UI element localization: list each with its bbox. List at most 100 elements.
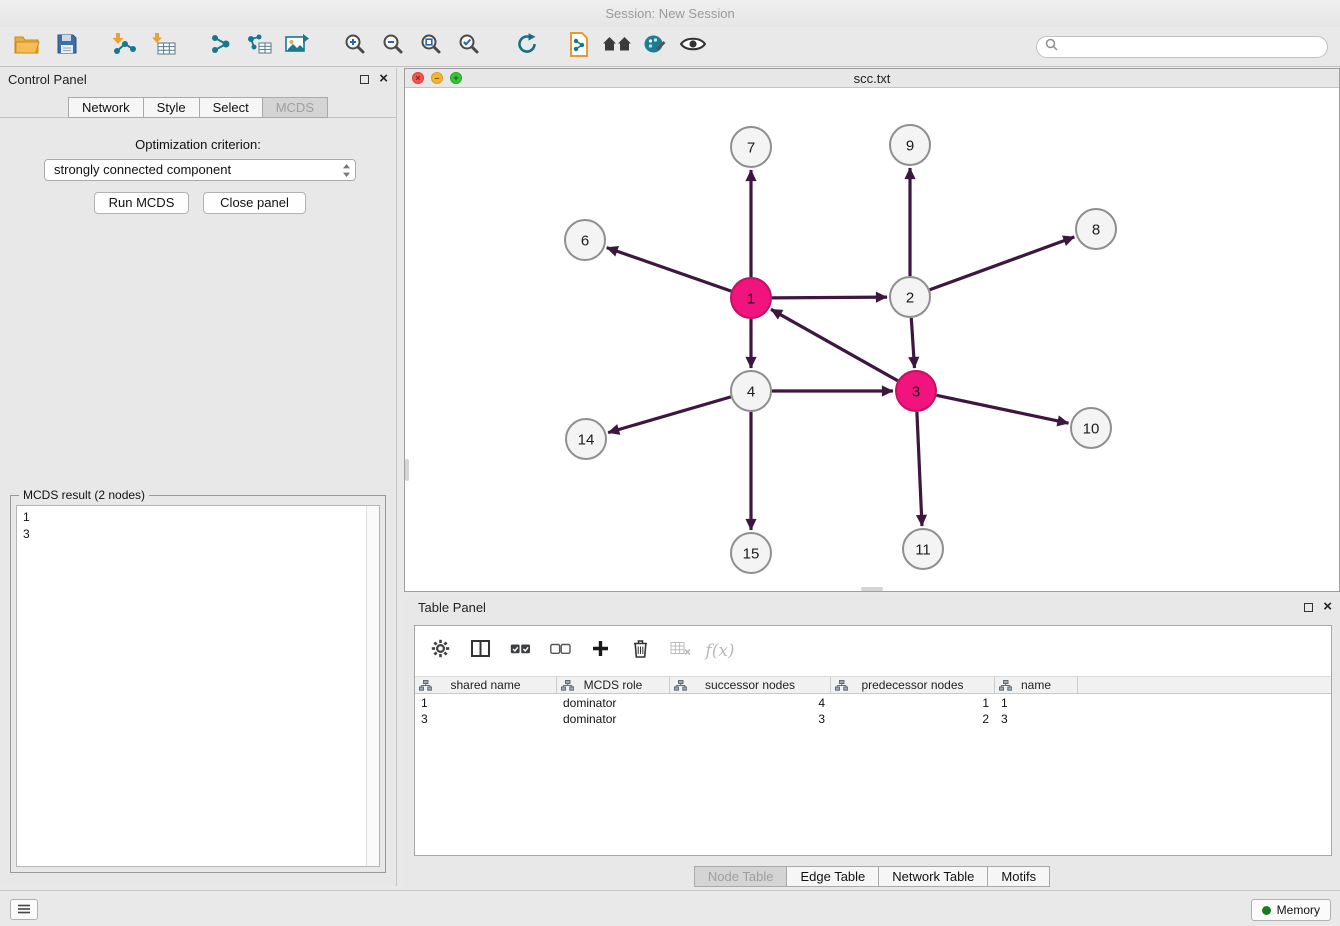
graph-edge-3-1[interactable] [771,309,898,380]
network-table-button[interactable] [244,32,274,62]
graph-edge-3-11[interactable] [917,412,922,526]
show-graphics-details-button[interactable] [678,32,708,62]
open-session-button[interactable] [12,32,42,62]
memory-button-label: Memory [1277,903,1320,917]
network-share-button[interactable] [206,32,236,62]
graph-node-6[interactable]: 6 [565,220,605,260]
delete-column-button[interactable] [627,638,653,664]
table-cell[interactable]: dominator [557,695,670,711]
graph-node-4[interactable]: 4 [731,371,771,411]
splitter-handle-horizontal[interactable] [861,587,883,591]
export-image-button[interactable] [282,32,312,62]
zoom-fit-button[interactable] [416,32,446,62]
tab-node-table[interactable]: Node Table [694,866,788,887]
import-network-button[interactable] [108,32,138,62]
tab-network[interactable]: Network [68,97,144,118]
run-mcds-button[interactable]: Run MCDS [94,192,189,214]
column-header-name[interactable]: name [995,677,1078,693]
first-neighbors-button[interactable] [602,32,632,62]
tab-style[interactable]: Style [143,97,200,118]
create-column-button[interactable] [587,638,613,664]
graph-node-3[interactable]: 3 [896,371,936,411]
close-panel-button[interactable]: Close panel [203,192,306,214]
zoom-out-icon [382,33,404,60]
table-cell[interactable]: 4 [670,695,831,711]
graph-node-11[interactable]: 11 [903,529,943,569]
columns-icon [471,640,490,662]
graph-node-1[interactable]: 1 [731,278,771,318]
tab-select[interactable]: Select [199,97,263,118]
graph-node-9[interactable]: 9 [890,125,930,165]
graph-edge-1-2[interactable] [772,297,887,298]
search-box[interactable] [1036,36,1328,58]
refresh-button[interactable] [512,32,542,62]
task-history-button[interactable] [10,899,38,920]
graph-node-2[interactable]: 2 [890,277,930,317]
table-cell[interactable]: 1 [415,695,557,711]
table-row[interactable]: 1dominator411 [415,695,1331,711]
float-panel-icon[interactable] [360,75,369,84]
window-titlebar: Session: New Session [0,0,1340,27]
graph-edge-2-8[interactable] [930,237,1075,290]
table-row[interactable]: 3dominator323 [415,711,1331,727]
table-cell[interactable]: 3 [415,711,557,727]
show-columns-button[interactable] [467,638,493,664]
mcds-result-list: 13 [16,505,380,867]
close-panel-icon[interactable]: × [379,73,388,85]
memory-status-icon [1262,906,1271,915]
close-window-button[interactable]: × [412,72,424,84]
gear-icon [431,639,450,663]
table-cell[interactable]: 1 [995,695,1078,711]
control-panel-header: Control Panel × [0,68,396,94]
new-network-from-selection-button[interactable] [564,32,594,62]
zoom-selected-button[interactable] [454,32,484,62]
graph-edge-4-14[interactable] [608,397,731,433]
table-cell[interactable]: 3 [995,711,1078,727]
table-settings-button[interactable] [427,638,453,664]
zoom-out-button[interactable] [378,32,408,62]
tab-motifs[interactable]: Motifs [987,866,1050,887]
memory-button[interactable]: Memory [1251,899,1331,921]
palette-icon [643,33,667,60]
float-panel-icon[interactable] [1304,603,1313,612]
scrollbar[interactable] [366,506,379,866]
graph-node-7[interactable]: 7 [731,127,771,167]
graph-edge-2-3[interactable] [911,318,914,368]
column-header-successor-nodes[interactable]: successor nodes [670,677,831,693]
select-all-columns-button[interactable] [507,638,533,664]
import-table-button[interactable] [148,32,178,62]
apply-style-button[interactable] [640,32,670,62]
search-input[interactable] [1063,40,1319,54]
zoom-window-button[interactable]: + [450,72,462,84]
unselect-all-columns-button[interactable] [547,638,573,664]
graph-node-10[interactable]: 10 [1071,408,1111,448]
column-header-shared-name[interactable]: shared name [415,677,557,693]
table-panel: Table Panel × [404,596,1340,888]
table-cell[interactable]: dominator [557,711,670,727]
svg-text:14: 14 [578,432,595,449]
save-session-button[interactable] [52,32,82,62]
zoom-selected-icon [458,33,480,60]
graph-node-15[interactable]: 15 [731,533,771,573]
graph-edge-3-10[interactable] [937,395,1069,423]
graph-node-8[interactable]: 8 [1076,209,1116,249]
column-header-predecessor-nodes[interactable]: predecessor nodes [831,677,995,693]
fx-icon: f(x) [705,641,734,661]
criterion-dropdown[interactable]: strongly connected component [44,159,356,181]
column-header-mcds-role[interactable]: MCDS role [557,677,670,693]
zoom-in-button[interactable] [340,32,370,62]
minimize-window-button[interactable]: – [431,72,443,84]
splitter-handle-vertical[interactable] [405,459,409,481]
network-canvas[interactable]: 7 9 6 8 1 2 4 3 14 10 15 11 [405,88,1339,591]
graph-edge-1-6[interactable] [607,248,732,292]
table-cell[interactable]: 2 [831,711,995,727]
control-panel: Control Panel × NetworkStyleSelectMCDS O… [0,68,397,886]
graph-node-14[interactable]: 14 [566,419,606,459]
table-cell[interactable]: 3 [670,711,831,727]
tab-edge-table[interactable]: Edge Table [786,866,879,887]
open-folder-icon [14,33,40,60]
table-cell[interactable]: 1 [831,695,995,711]
tab-network-table[interactable]: Network Table [878,866,988,887]
close-panel-icon[interactable]: × [1323,601,1332,613]
tab-mcds[interactable]: MCDS [262,97,328,118]
